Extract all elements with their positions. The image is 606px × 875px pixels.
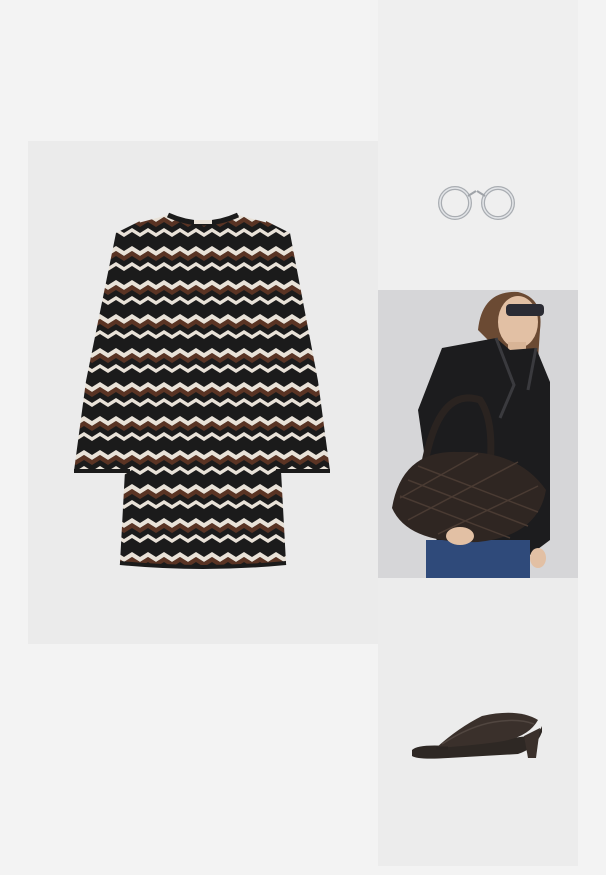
dress-image bbox=[74, 212, 330, 569]
product-tile-model[interactable] bbox=[378, 290, 578, 578]
earrings-image bbox=[438, 186, 515, 220]
product-tile-sandal[interactable] bbox=[378, 578, 578, 866]
product-tile-earrings[interactable] bbox=[378, 0, 578, 290]
sandal-image bbox=[412, 712, 542, 759]
model-image bbox=[378, 290, 578, 578]
outfit-board: { "board": { "items": [ {"name": "knit-d… bbox=[0, 0, 606, 875]
product-tile-dress[interactable] bbox=[28, 141, 378, 644]
